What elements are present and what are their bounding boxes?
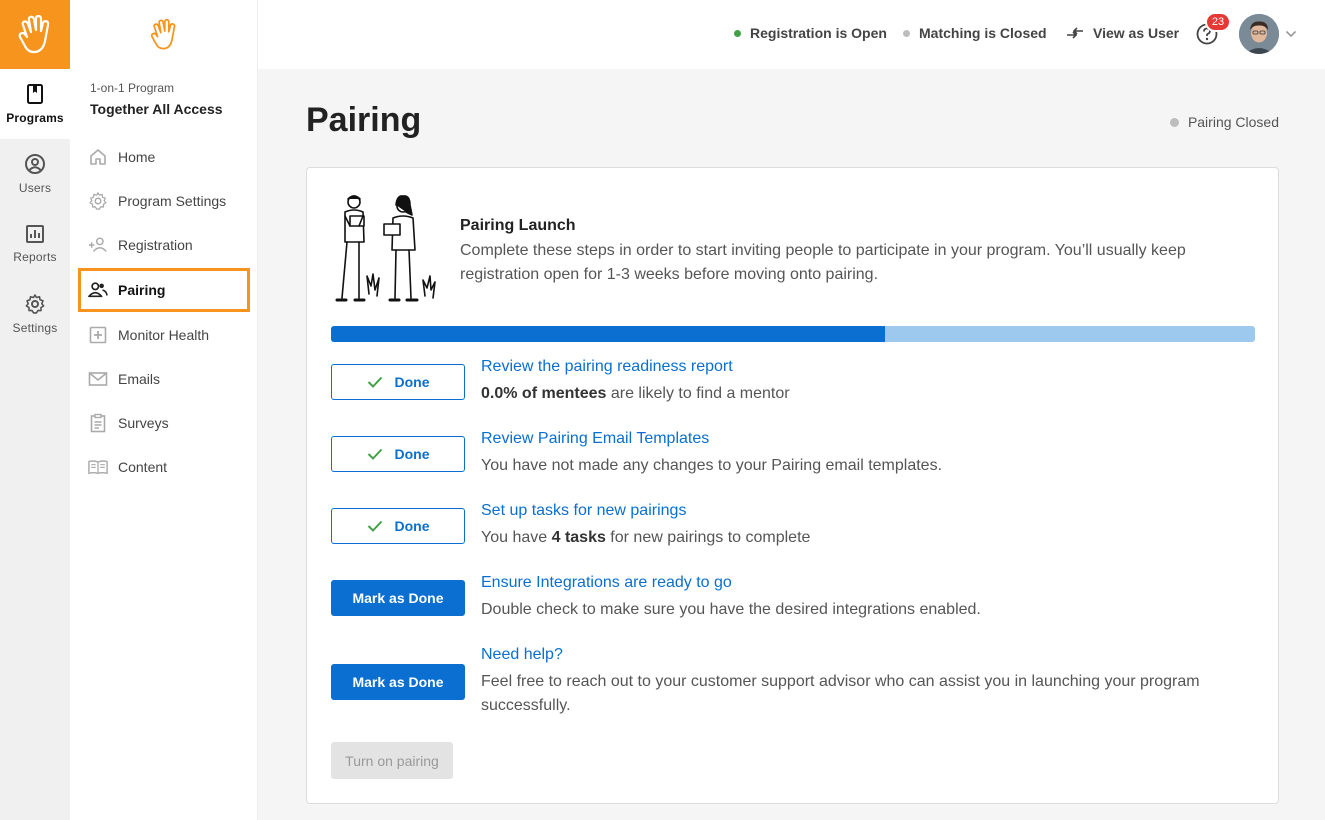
rail-item-reports[interactable]: Reports — [0, 209, 70, 279]
turn-on-pairing-button[interactable]: Turn on pairing — [331, 742, 453, 779]
health-cross-icon — [88, 325, 108, 345]
launch-title: Pairing Launch — [460, 217, 576, 234]
step-rest: are likely to find a mentor — [606, 385, 790, 402]
sidebar-item-monitor-health[interactable]: Monitor Health — [78, 313, 250, 357]
pairing-status: Pairing Closed — [1169, 114, 1279, 130]
chevron-down-icon[interactable] — [1285, 29, 1297, 39]
matching-status-text: Matching is Closed — [919, 25, 1047, 41]
app-rail: Programs Users Reports Settings — [0, 0, 70, 820]
step-description: 0.0% of mentees are likely to find a men… — [481, 382, 1241, 406]
sidebar-item-emails[interactable]: Emails — [78, 357, 250, 401]
program-sidebar: 1-on-1 Program Together All Access Home … — [70, 0, 258, 820]
user-circle-icon — [25, 154, 45, 174]
avatar[interactable] — [1239, 14, 1279, 54]
view-as-user-button[interactable]: View as User — [1066, 25, 1179, 41]
sidebar-item-label: Content — [118, 459, 168, 475]
sidebar-item-pairing[interactable]: Pairing — [78, 268, 250, 312]
mark-as-done-button[interactable]: Mark as Done — [331, 580, 465, 616]
waving-hand-icon — [150, 18, 175, 49]
sidebar-item-label: Program Settings — [118, 193, 227, 209]
sidebar-item-label: Monitor Health — [118, 327, 210, 343]
gear-icon — [25, 294, 45, 314]
step-description: Double check to make sure you have the d… — [481, 601, 981, 618]
view-as-user-label: View as User — [1093, 25, 1180, 41]
rail-label: Programs — [6, 111, 64, 125]
step-link[interactable]: Review Pairing Email Templates — [481, 430, 709, 448]
check-icon — [367, 376, 382, 388]
program-type: 1-on-1 Program — [90, 81, 175, 95]
step-bold: 0.0% of mentees — [481, 385, 607, 402]
check-icon — [367, 448, 382, 460]
status-dot-grey — [1169, 117, 1179, 127]
sidebar-item-home[interactable]: Home — [78, 135, 250, 179]
done-button[interactable]: Done — [331, 508, 465, 544]
registration-status: Registration is Open — [734, 25, 887, 41]
program-logo — [70, 0, 257, 69]
launch-progress-fill — [331, 326, 886, 342]
done-button[interactable]: Done — [331, 436, 465, 472]
step-link[interactable]: Review the pairing readiness report — [481, 358, 733, 376]
program-name: Together All Access — [90, 101, 223, 117]
done-label: Done — [394, 374, 430, 390]
pairing-launch-card: Pairing Launch Complete these steps in o… — [306, 167, 1279, 804]
launch-progress-bar — [331, 326, 1255, 342]
step-description: Feel free to reach out to your customer … — [481, 673, 1200, 714]
bar-chart-icon — [26, 225, 44, 243]
sidebar-item-program-settings[interactable]: Program Settings — [78, 179, 250, 223]
sidebar-item-registration[interactable]: Registration — [78, 223, 250, 267]
notification-badge[interactable]: 23 — [1205, 12, 1231, 32]
rail-label: Reports — [13, 250, 57, 264]
brand-logo[interactable] — [0, 0, 70, 69]
done-button[interactable]: Done — [331, 364, 465, 400]
sidebar-item-label: Home — [118, 149, 156, 165]
step-pre: You have — [481, 529, 552, 546]
registration-status-text: Registration is Open — [750, 25, 887, 41]
rail-label: Users — [18, 181, 52, 195]
rail-item-programs[interactable]: Programs — [0, 69, 70, 139]
add-user-icon — [88, 235, 108, 255]
waving-hand-icon — [18, 14, 50, 53]
mark-as-done-button[interactable]: Mark as Done — [331, 664, 465, 700]
step-rest: for new pairings to complete — [605, 529, 811, 546]
swap-arrows-icon — [1067, 27, 1083, 39]
launch-description: Complete these steps in order to start i… — [460, 242, 1186, 283]
sidebar-item-label: Surveys — [118, 415, 169, 431]
step-link[interactable]: Set up tasks for new pairings — [481, 502, 686, 520]
step-link[interactable]: Need help? — [481, 646, 563, 664]
done-label: Done — [394, 446, 430, 462]
done-label: Done — [394, 518, 430, 534]
bookmark-icon — [27, 84, 43, 104]
home-icon — [88, 147, 108, 167]
step-description: You have 4 tasks for new pairings to com… — [481, 526, 1241, 550]
people-illustration — [335, 195, 436, 302]
step-link[interactable]: Ensure Integrations are ready to go — [481, 574, 732, 592]
rail-item-users[interactable]: Users — [0, 139, 70, 209]
program-nav: Home Program Settings Registration Pairi… — [78, 135, 250, 489]
mail-icon — [88, 369, 108, 389]
status-dot-green — [734, 29, 741, 37]
page-title: Pairing — [306, 101, 422, 139]
sidebar-item-label: Pairing — [118, 282, 166, 298]
gear-icon — [88, 191, 108, 211]
check-icon — [367, 520, 382, 532]
sidebar-item-label: Registration — [118, 237, 193, 253]
step-bold: 4 tasks — [551, 529, 606, 546]
sidebar-item-surveys[interactable]: Surveys — [78, 401, 250, 445]
step-description: You have not made any changes to your Pa… — [481, 457, 943, 474]
users-icon — [88, 280, 108, 300]
sidebar-item-label: Emails — [118, 371, 161, 387]
sidebar-item-content[interactable]: Content — [78, 445, 250, 489]
top-bar: Registration is Open Matching is Closed … — [258, 0, 1325, 69]
status-dot-grey — [903, 29, 910, 37]
pairing-status-text: Pairing Closed — [1187, 114, 1279, 130]
clipboard-icon — [88, 413, 108, 433]
matching-status: Matching is Closed — [903, 25, 1047, 41]
book-icon — [88, 457, 108, 477]
rail-item-settings[interactable]: Settings — [0, 279, 70, 349]
rail-label: Settings — [12, 321, 58, 335]
